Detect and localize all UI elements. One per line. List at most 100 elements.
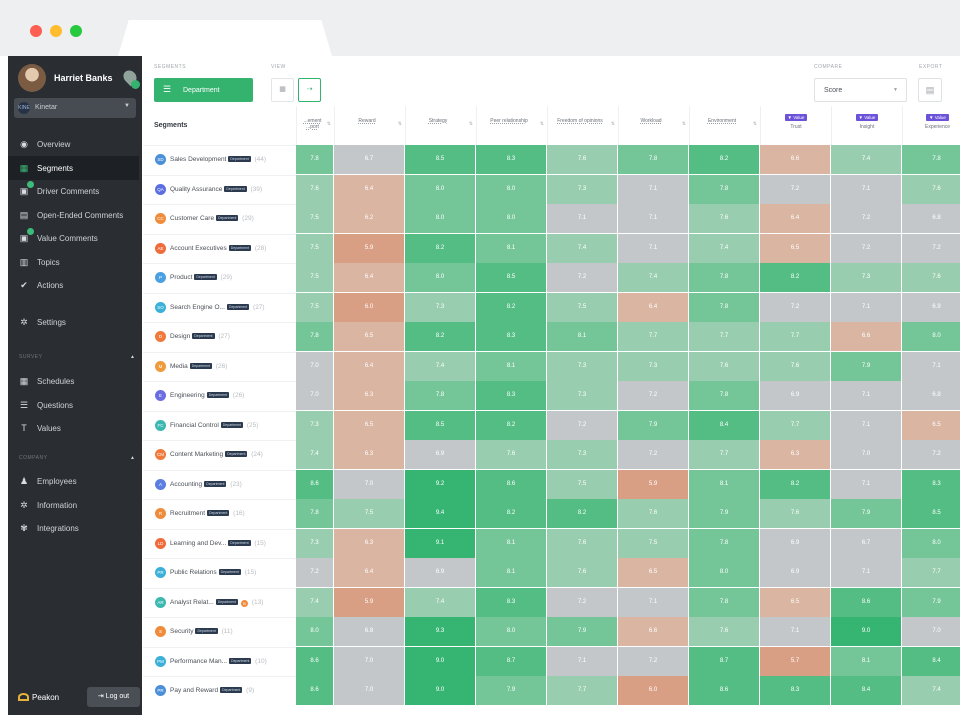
heatmap-cell[interactable]: 6.8 (902, 381, 960, 410)
heatmap-cell[interactable]: 7.4 (296, 440, 333, 469)
browser-tab[interactable] (118, 20, 332, 56)
heatmap-cell[interactable]: 6.5 (760, 587, 830, 617)
heatmap-cell[interactable]: 7.5 (334, 499, 404, 528)
heatmap-cell[interactable]: 7.5 (618, 528, 688, 558)
heatmap-cell[interactable]: 6.4 (760, 204, 830, 233)
heatmap-cell[interactable]: 8.1 (547, 322, 617, 351)
column-header--ement-port[interactable]: ...ement ...port ⇅ (296, 106, 334, 145)
heatmap-cell[interactable]: 7.1 (831, 381, 901, 410)
heatmap-cell[interactable]: 7.2 (831, 233, 901, 263)
nav-item-values[interactable]: T Values (8, 416, 139, 440)
segment-row[interactable]: SO Search Engine O... Department (27) (143, 292, 296, 323)
heatmap-cell[interactable]: 6.6 (831, 322, 901, 351)
heatmap-cell[interactable]: 7.7 (547, 676, 617, 705)
heatmap-cell[interactable]: 7.5 (296, 233, 333, 263)
heatmap-cell[interactable]: 7.6 (476, 440, 546, 469)
heatmap-cell[interactable]: 7.9 (547, 617, 617, 646)
heatmap-cell[interactable]: 6.5 (618, 558, 688, 587)
heatmap-cell[interactable]: 7.3 (547, 440, 617, 469)
heatmap-cell[interactable]: 6.5 (334, 410, 404, 440)
column-header-peer-relationship[interactable]: Peer relationship ⇅ (476, 106, 547, 145)
heatmap-cell[interactable]: 7.3 (831, 263, 901, 292)
heatmap-cell[interactable]: 7.4 (689, 233, 759, 263)
heatmap-cell[interactable]: 7.3 (547, 174, 617, 204)
minimize-window-dot[interactable] (50, 25, 62, 37)
heatmap-cell[interactable]: 7.8 (689, 292, 759, 322)
heatmap-cell[interactable]: 7.9 (831, 351, 901, 381)
heatmap-cell[interactable]: 7.8 (618, 145, 688, 174)
heatmap-cell[interactable]: 5.9 (618, 469, 688, 499)
heatmap-cell[interactable]: 8.5 (476, 263, 546, 292)
segment-row[interactable]: M Media Department (26) (143, 351, 296, 382)
heatmap-cell[interactable]: 7.3 (296, 410, 333, 440)
heatmap-cell[interactable]: 7.6 (296, 174, 333, 204)
heatmap-cell[interactable]: 7.7 (689, 322, 759, 351)
heatmap-cell[interactable]: 6.7 (334, 145, 404, 174)
heatmap-cell[interactable]: 6.0 (334, 292, 404, 322)
heatmap-cell[interactable]: 6.9 (760, 558, 830, 587)
heatmap-cell[interactable]: 8.2 (405, 322, 475, 351)
segment-row[interactable]: CC Customer Care Department (29) (143, 204, 296, 234)
column-header-experience[interactable]: ▼ Value Experience (902, 106, 960, 145)
heatmap-cell[interactable]: 7.2 (618, 440, 688, 469)
maximize-window-dot[interactable] (70, 25, 82, 37)
segment-row[interactable]: A Accounting Department (23) (143, 469, 296, 500)
heatmap-cell[interactable]: 8.7 (689, 646, 759, 676)
heatmap-cell[interactable]: 8.2 (405, 233, 475, 263)
heatmap-cell[interactable]: 7.5 (547, 292, 617, 322)
heatmap-cell[interactable]: 7.8 (689, 587, 759, 617)
heatmap-cell[interactable]: 8.2 (476, 499, 546, 528)
heatmap-cell[interactable]: 7.6 (689, 351, 759, 381)
heatmap-cell[interactable]: 7.9 (476, 676, 546, 705)
logout-button[interactable]: ⇥ Log out (87, 687, 140, 707)
heatmap-cell[interactable]: 7.3 (405, 292, 475, 322)
user-profile[interactable]: Harriet Banks (18, 64, 140, 94)
heatmap-cell[interactable]: 8.6 (296, 676, 333, 705)
heatmap-cell[interactable]: 6.3 (334, 440, 404, 469)
heatmap-cell[interactable]: 7.8 (296, 145, 333, 174)
segment-row[interactable]: P Product Department (29) (143, 263, 296, 293)
heatmap-cell[interactable]: 8.0 (405, 204, 475, 233)
heatmap-cell[interactable]: 7.4 (405, 587, 475, 617)
heatmap-cell[interactable]: 9.2 (405, 469, 475, 499)
heatmap-cell[interactable]: 9.1 (405, 528, 475, 558)
heatmap-cell[interactable]: 7.1 (831, 558, 901, 587)
nav-item-integrations[interactable]: ✾ Integrations (8, 516, 139, 540)
heatmap-cell[interactable]: 7.2 (760, 174, 830, 204)
heatmap-cell[interactable]: 7.6 (689, 204, 759, 233)
heatmap-cell[interactable]: 7.0 (902, 617, 960, 646)
heatmap-cell[interactable]: 6.4 (334, 174, 404, 204)
heatmap-cell[interactable]: 6.3 (760, 440, 830, 469)
heatmap-cell[interactable]: 7.1 (831, 469, 901, 499)
segment-row[interactable]: PR Pay and Reward Department (9) (143, 676, 296, 706)
heatmap-cell[interactable]: 7.8 (689, 528, 759, 558)
heatmap-cell[interactable]: 7.2 (760, 292, 830, 322)
nav-item-topics[interactable]: ▥ Topics (8, 250, 139, 274)
heatmap-cell[interactable]: 8.0 (902, 528, 960, 558)
heatmap-cell[interactable]: 7.8 (296, 499, 333, 528)
segment-row[interactable]: SD Sales Development Department (44) (143, 145, 296, 175)
heatmap-cell[interactable]: 7.1 (831, 292, 901, 322)
heatmap-cell[interactable]: 8.6 (476, 469, 546, 499)
chevron-up-icon[interactable]: ▲ (130, 354, 135, 360)
nav-item-segments[interactable]: ▦ Segments (8, 155, 139, 180)
heatmap-cell[interactable]: 6.5 (760, 233, 830, 263)
heatmap-cell[interactable]: 7.6 (760, 499, 830, 528)
heatmap-cell[interactable]: 8.3 (476, 587, 546, 617)
heatmap-cell[interactable]: 7.1 (547, 204, 617, 233)
heatmap-cell[interactable]: 7.1 (831, 410, 901, 440)
heatmap-cell[interactable]: 6.4 (334, 351, 404, 381)
heatmap-cell[interactable]: 8.6 (296, 469, 333, 499)
heatmap-cell[interactable]: 7.5 (296, 204, 333, 233)
heatmap-cell[interactable]: 7.7 (902, 558, 960, 587)
heatmap-cell[interactable]: 7.1 (618, 204, 688, 233)
heatmap-cell[interactable]: 7.4 (547, 233, 617, 263)
heatmap-cell[interactable]: 7.6 (689, 617, 759, 646)
heatmap-cell[interactable]: 5.9 (334, 233, 404, 263)
heatmap-cell[interactable]: 7.9 (831, 499, 901, 528)
heatmap-cell[interactable]: 8.0 (476, 204, 546, 233)
heatmap-cell[interactable]: 7.7 (689, 440, 759, 469)
heatmap-cell[interactable]: 5.9 (334, 587, 404, 617)
heatmap-cell[interactable]: 8.0 (405, 263, 475, 292)
heatmap-cell[interactable]: 8.5 (902, 499, 960, 528)
